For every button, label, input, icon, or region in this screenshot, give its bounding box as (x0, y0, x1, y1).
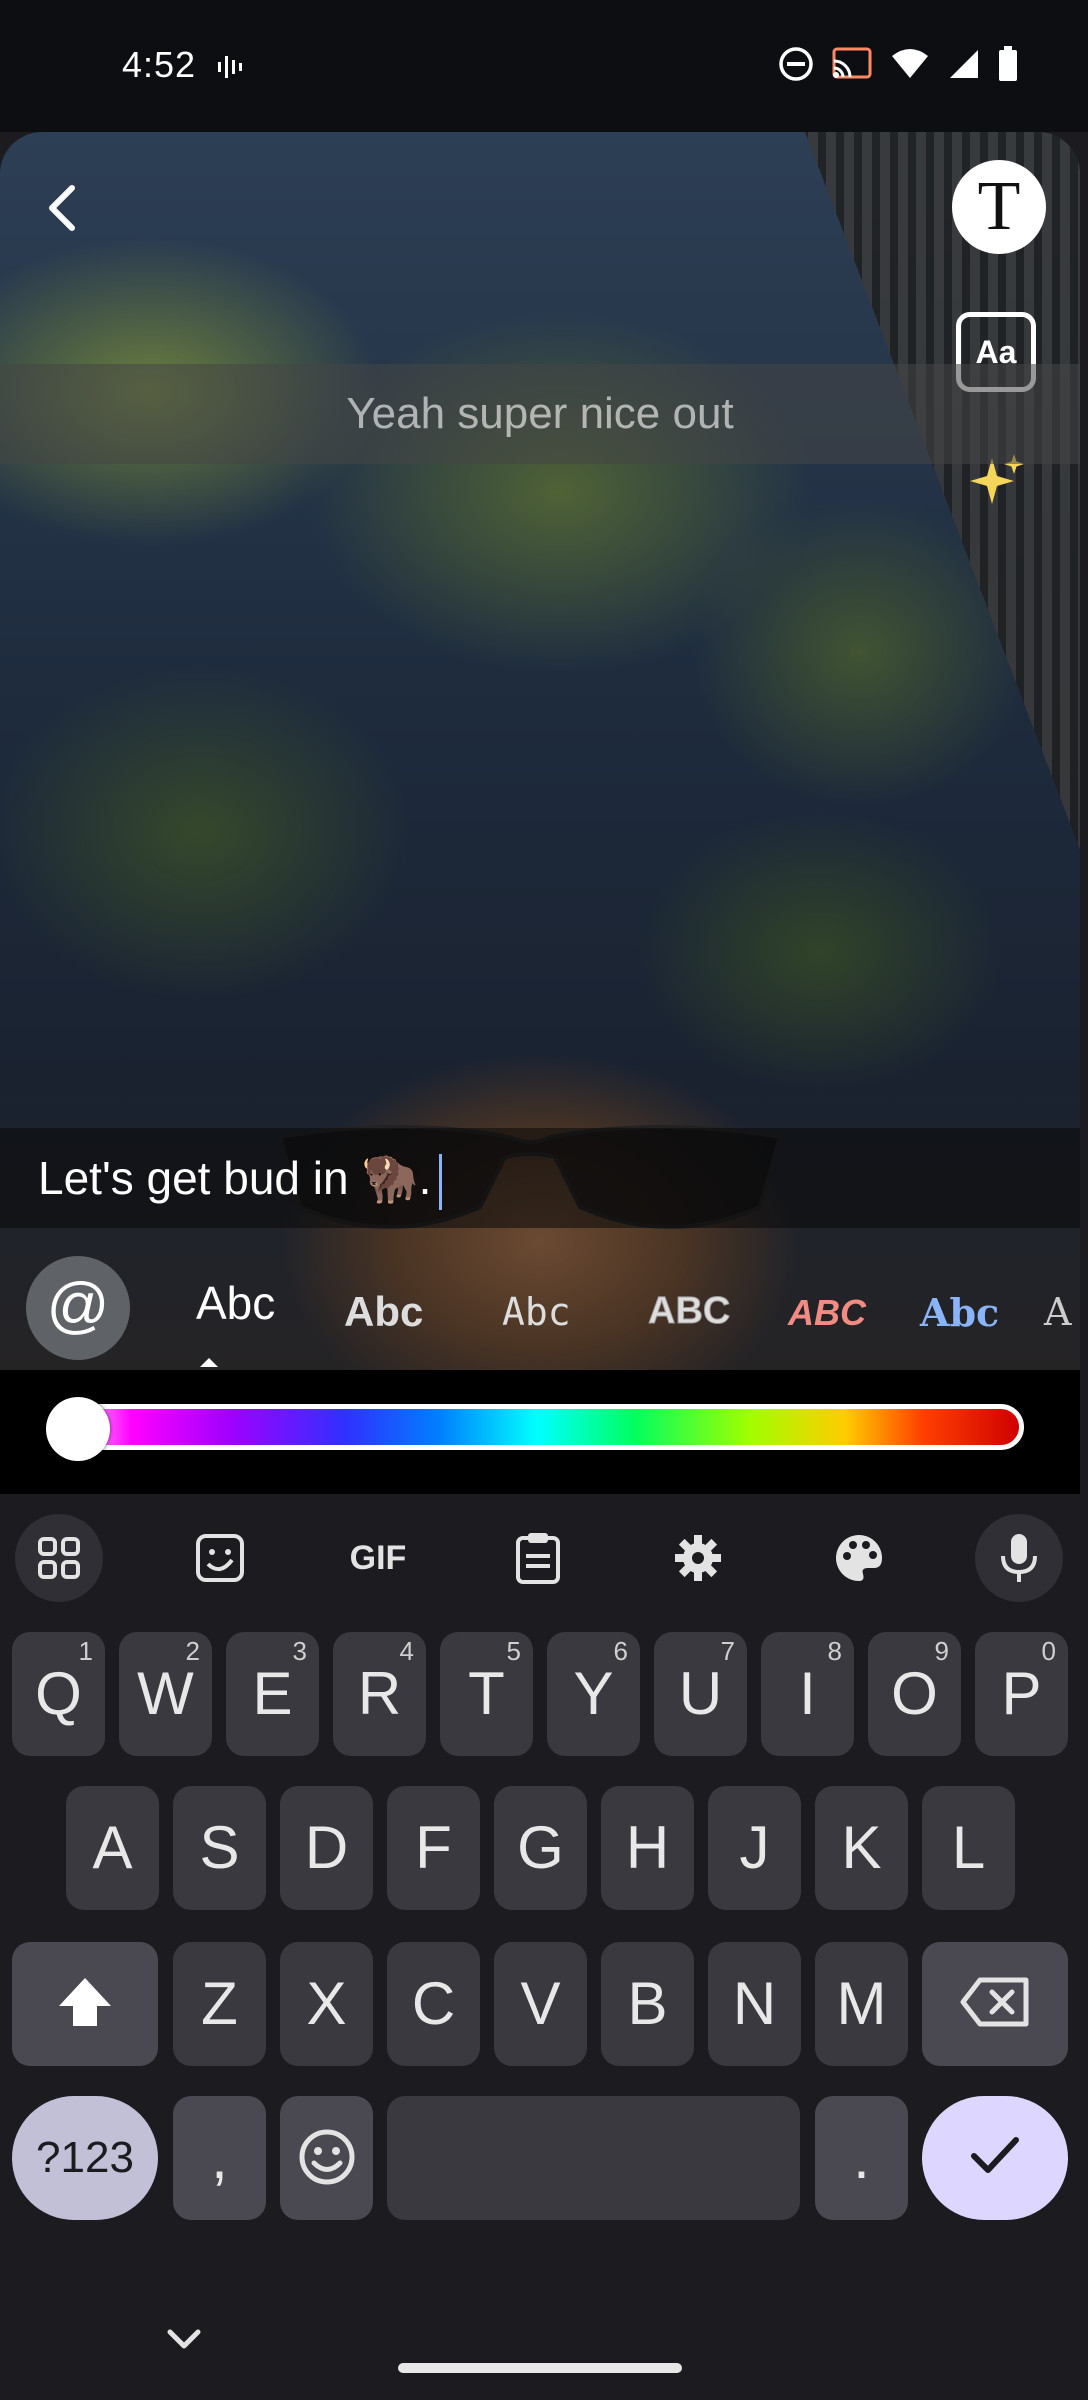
key-r-hint: 4 (399, 1636, 414, 1666)
symbols-key[interactable]: ?123 (12, 2096, 158, 2220)
battery-icon (999, 46, 1017, 81)
key-b[interactable]: B (601, 1942, 694, 2066)
font-option-outline[interactable]: ABC (647, 1290, 730, 1333)
key-t-label: T (468, 1660, 505, 1727)
key-z[interactable]: Z (173, 1942, 266, 2066)
backspace-key[interactable] (922, 1942, 1068, 2066)
settings-icon[interactable] (654, 1514, 742, 1602)
key-j[interactable]: J (708, 1786, 801, 1910)
signal-icon (950, 50, 978, 78)
space-key[interactable] (387, 2096, 800, 2220)
key-i-hint: 8 (827, 1636, 842, 1666)
key-u-hint: 7 (720, 1636, 735, 1666)
background-wall (805, 132, 1080, 1132)
keyboard: GIF Q1 W2 E3 R4 T5 Y6 U7 I8 O9 P0 A S D … (0, 1494, 1088, 2400)
emoji-key[interactable] (280, 2096, 373, 2220)
key-w-label: W (137, 1660, 194, 1727)
back-arrow-icon[interactable] (36, 180, 92, 236)
key-t-hint: 5 (506, 1636, 521, 1666)
font-option-regular[interactable]: Abc (196, 1276, 275, 1330)
key-i[interactable]: I8 (761, 1632, 854, 1756)
key-s[interactable]: S (173, 1786, 266, 1910)
color-slider-track[interactable] (50, 1404, 1024, 1450)
mic-icon[interactable] (975, 1514, 1063, 1602)
key-f[interactable]: F (387, 1786, 480, 1910)
caption-text-input[interactable]: Let's get bud in 🦬. (0, 1128, 1080, 1228)
palette-icon[interactable] (815, 1514, 903, 1602)
key-m[interactable]: M (815, 1942, 908, 2066)
color-slider-thumb[interactable] (46, 1397, 110, 1461)
mention-button[interactable]: @ (26, 1256, 130, 1360)
font-option-bold[interactable]: Abc (344, 1288, 423, 1336)
gif-button[interactable]: GIF (334, 1514, 422, 1602)
key-n[interactable]: N (708, 1942, 801, 2066)
key-y-hint: 6 (613, 1636, 628, 1666)
key-t[interactable]: T5 (440, 1632, 533, 1756)
status-bar: 4:52 (0, 0, 1088, 132)
key-g[interactable]: G (494, 1786, 587, 1910)
key-w-hint: 2 (185, 1636, 200, 1666)
font-option-gothic[interactable]: Abc (920, 1290, 999, 1335)
comma-key[interactable]: , (173, 2096, 266, 2220)
key-o-hint: 9 (934, 1636, 949, 1666)
checkmark-icon (971, 2137, 1019, 2173)
key-p[interactable]: P0 (975, 1632, 1068, 1756)
key-c[interactable]: C (387, 1942, 480, 2066)
done-key[interactable] (922, 2096, 1068, 2220)
key-y[interactable]: Y6 (547, 1632, 640, 1756)
text-cursor (439, 1153, 443, 1210)
key-e-label: E (252, 1660, 293, 1727)
clipboard-icon[interactable] (494, 1514, 582, 1602)
key-l[interactable]: L (922, 1786, 1015, 1910)
wifi-icon (892, 49, 928, 78)
caption-previous[interactable]: Yeah super nice out (0, 364, 1080, 464)
key-o-label: O (891, 1660, 938, 1727)
cast-icon (832, 47, 872, 79)
do-not-disturb-icon (779, 47, 813, 81)
caption-input-text: Let's get bud in 🦬. (38, 1152, 432, 1204)
sticker-icon[interactable] (176, 1514, 264, 1602)
key-o[interactable]: O9 (868, 1632, 961, 1756)
font-option-serif[interactable]: A (1044, 1290, 1071, 1334)
key-y-label: Y (573, 1660, 614, 1727)
font-option-mono[interactable]: Abc (502, 1290, 571, 1334)
key-p-hint: 0 (1041, 1636, 1056, 1666)
text-tool-button[interactable]: T (952, 160, 1046, 254)
key-r-label: R (357, 1660, 402, 1727)
soundwave-icon (218, 56, 242, 78)
key-k[interactable]: K (815, 1786, 908, 1910)
key-v[interactable]: V (494, 1942, 587, 2066)
font-option-pop[interactable]: ABC (788, 1292, 866, 1334)
shift-icon (59, 1978, 111, 2026)
font-picker: @ Abc Abc Abc ABC ABC Abc A (0, 1240, 1080, 1370)
key-d[interactable]: D (280, 1786, 373, 1910)
key-u-label: U (678, 1660, 723, 1727)
key-q[interactable]: Q1 (12, 1632, 105, 1756)
key-i-label: I (799, 1660, 816, 1727)
key-a[interactable]: A (66, 1786, 159, 1910)
key-e-hint: 3 (292, 1636, 307, 1666)
key-u[interactable]: U7 (654, 1632, 747, 1756)
apps-grid-icon[interactable] (15, 1514, 103, 1602)
home-indicator[interactable] (398, 2363, 682, 2373)
emoji-icon (299, 2129, 354, 2185)
key-h[interactable]: H (601, 1786, 694, 1910)
key-x[interactable]: X (280, 1942, 373, 2066)
key-e[interactable]: E3 (226, 1632, 319, 1756)
key-q-hint: 1 (78, 1636, 93, 1666)
shift-key[interactable] (12, 1942, 158, 2066)
hide-keyboard-chevron-icon[interactable] (164, 2324, 204, 2354)
key-w[interactable]: W2 (119, 1632, 212, 1756)
keyboard-toolbar: GIF (0, 1494, 1088, 1612)
selected-font-indicator (200, 1358, 218, 1367)
key-r[interactable]: R4 (333, 1632, 426, 1756)
period-key[interactable]: . (815, 2096, 908, 2220)
key-p-label: P (1001, 1660, 1042, 1727)
backspace-icon (960, 1977, 1029, 2027)
status-time: 4:52 (122, 44, 197, 85)
key-q-label: Q (35, 1660, 82, 1727)
status-icons (778, 46, 1018, 82)
